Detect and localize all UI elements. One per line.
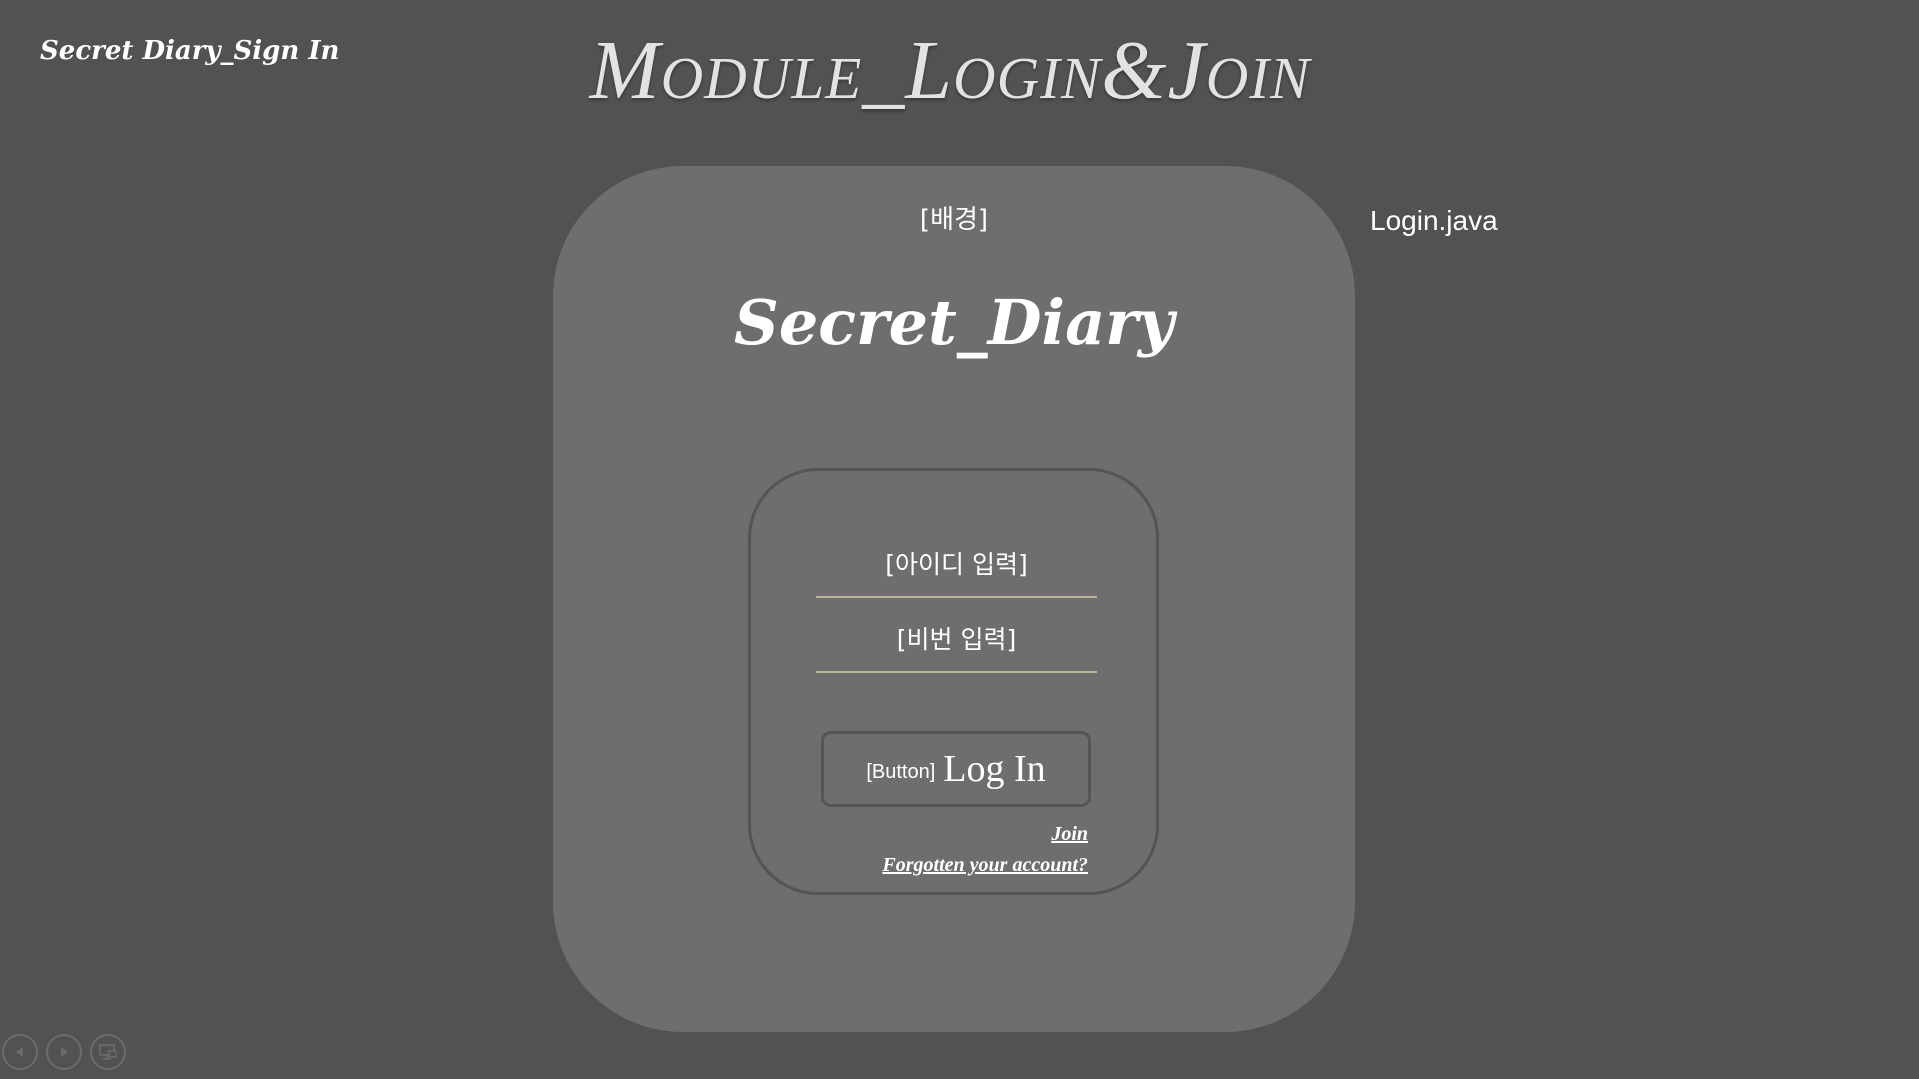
previous-slide-button[interactable] — [2, 1034, 38, 1070]
login-screen-panel: [배경] Secret_Diary [아이디 입력] [비번 입력] [Butt… — [553, 166, 1355, 1032]
id-input[interactable]: [아이디 입력] — [816, 548, 1097, 598]
slide-corner-title: Secret Diary_Sign In — [40, 36, 340, 66]
join-link[interactable]: Join — [1051, 823, 1088, 846]
slideshow-controls — [2, 1034, 126, 1070]
next-icon — [61, 1047, 68, 1057]
forgot-account-link[interactable]: Forgotten your account? — [882, 854, 1088, 877]
app-title: Secret_Diary — [734, 286, 1174, 359]
login-form: [아이디 입력] [비번 입력] [Button] Log In Join Fo… — [748, 468, 1159, 895]
login-button-label: Log In — [943, 748, 1046, 790]
file-label: Login.java — [1370, 205, 1498, 236]
slide-show-icon — [99, 1044, 117, 1060]
background-label: [배경] — [919, 205, 989, 235]
slide-show-button[interactable] — [90, 1034, 126, 1070]
password-input-label: [비번 입력] — [896, 625, 1017, 654]
id-input-label: [아이디 입력] — [885, 550, 1028, 579]
login-button-tag: [Button] — [866, 760, 936, 783]
password-input[interactable]: [비번 입력] — [816, 623, 1097, 673]
slide-heading: Module_Login&Join — [589, 24, 1311, 117]
login-button[interactable]: [Button] Log In — [821, 731, 1091, 807]
next-slide-button[interactable] — [46, 1034, 82, 1070]
previous-icon — [16, 1047, 23, 1057]
